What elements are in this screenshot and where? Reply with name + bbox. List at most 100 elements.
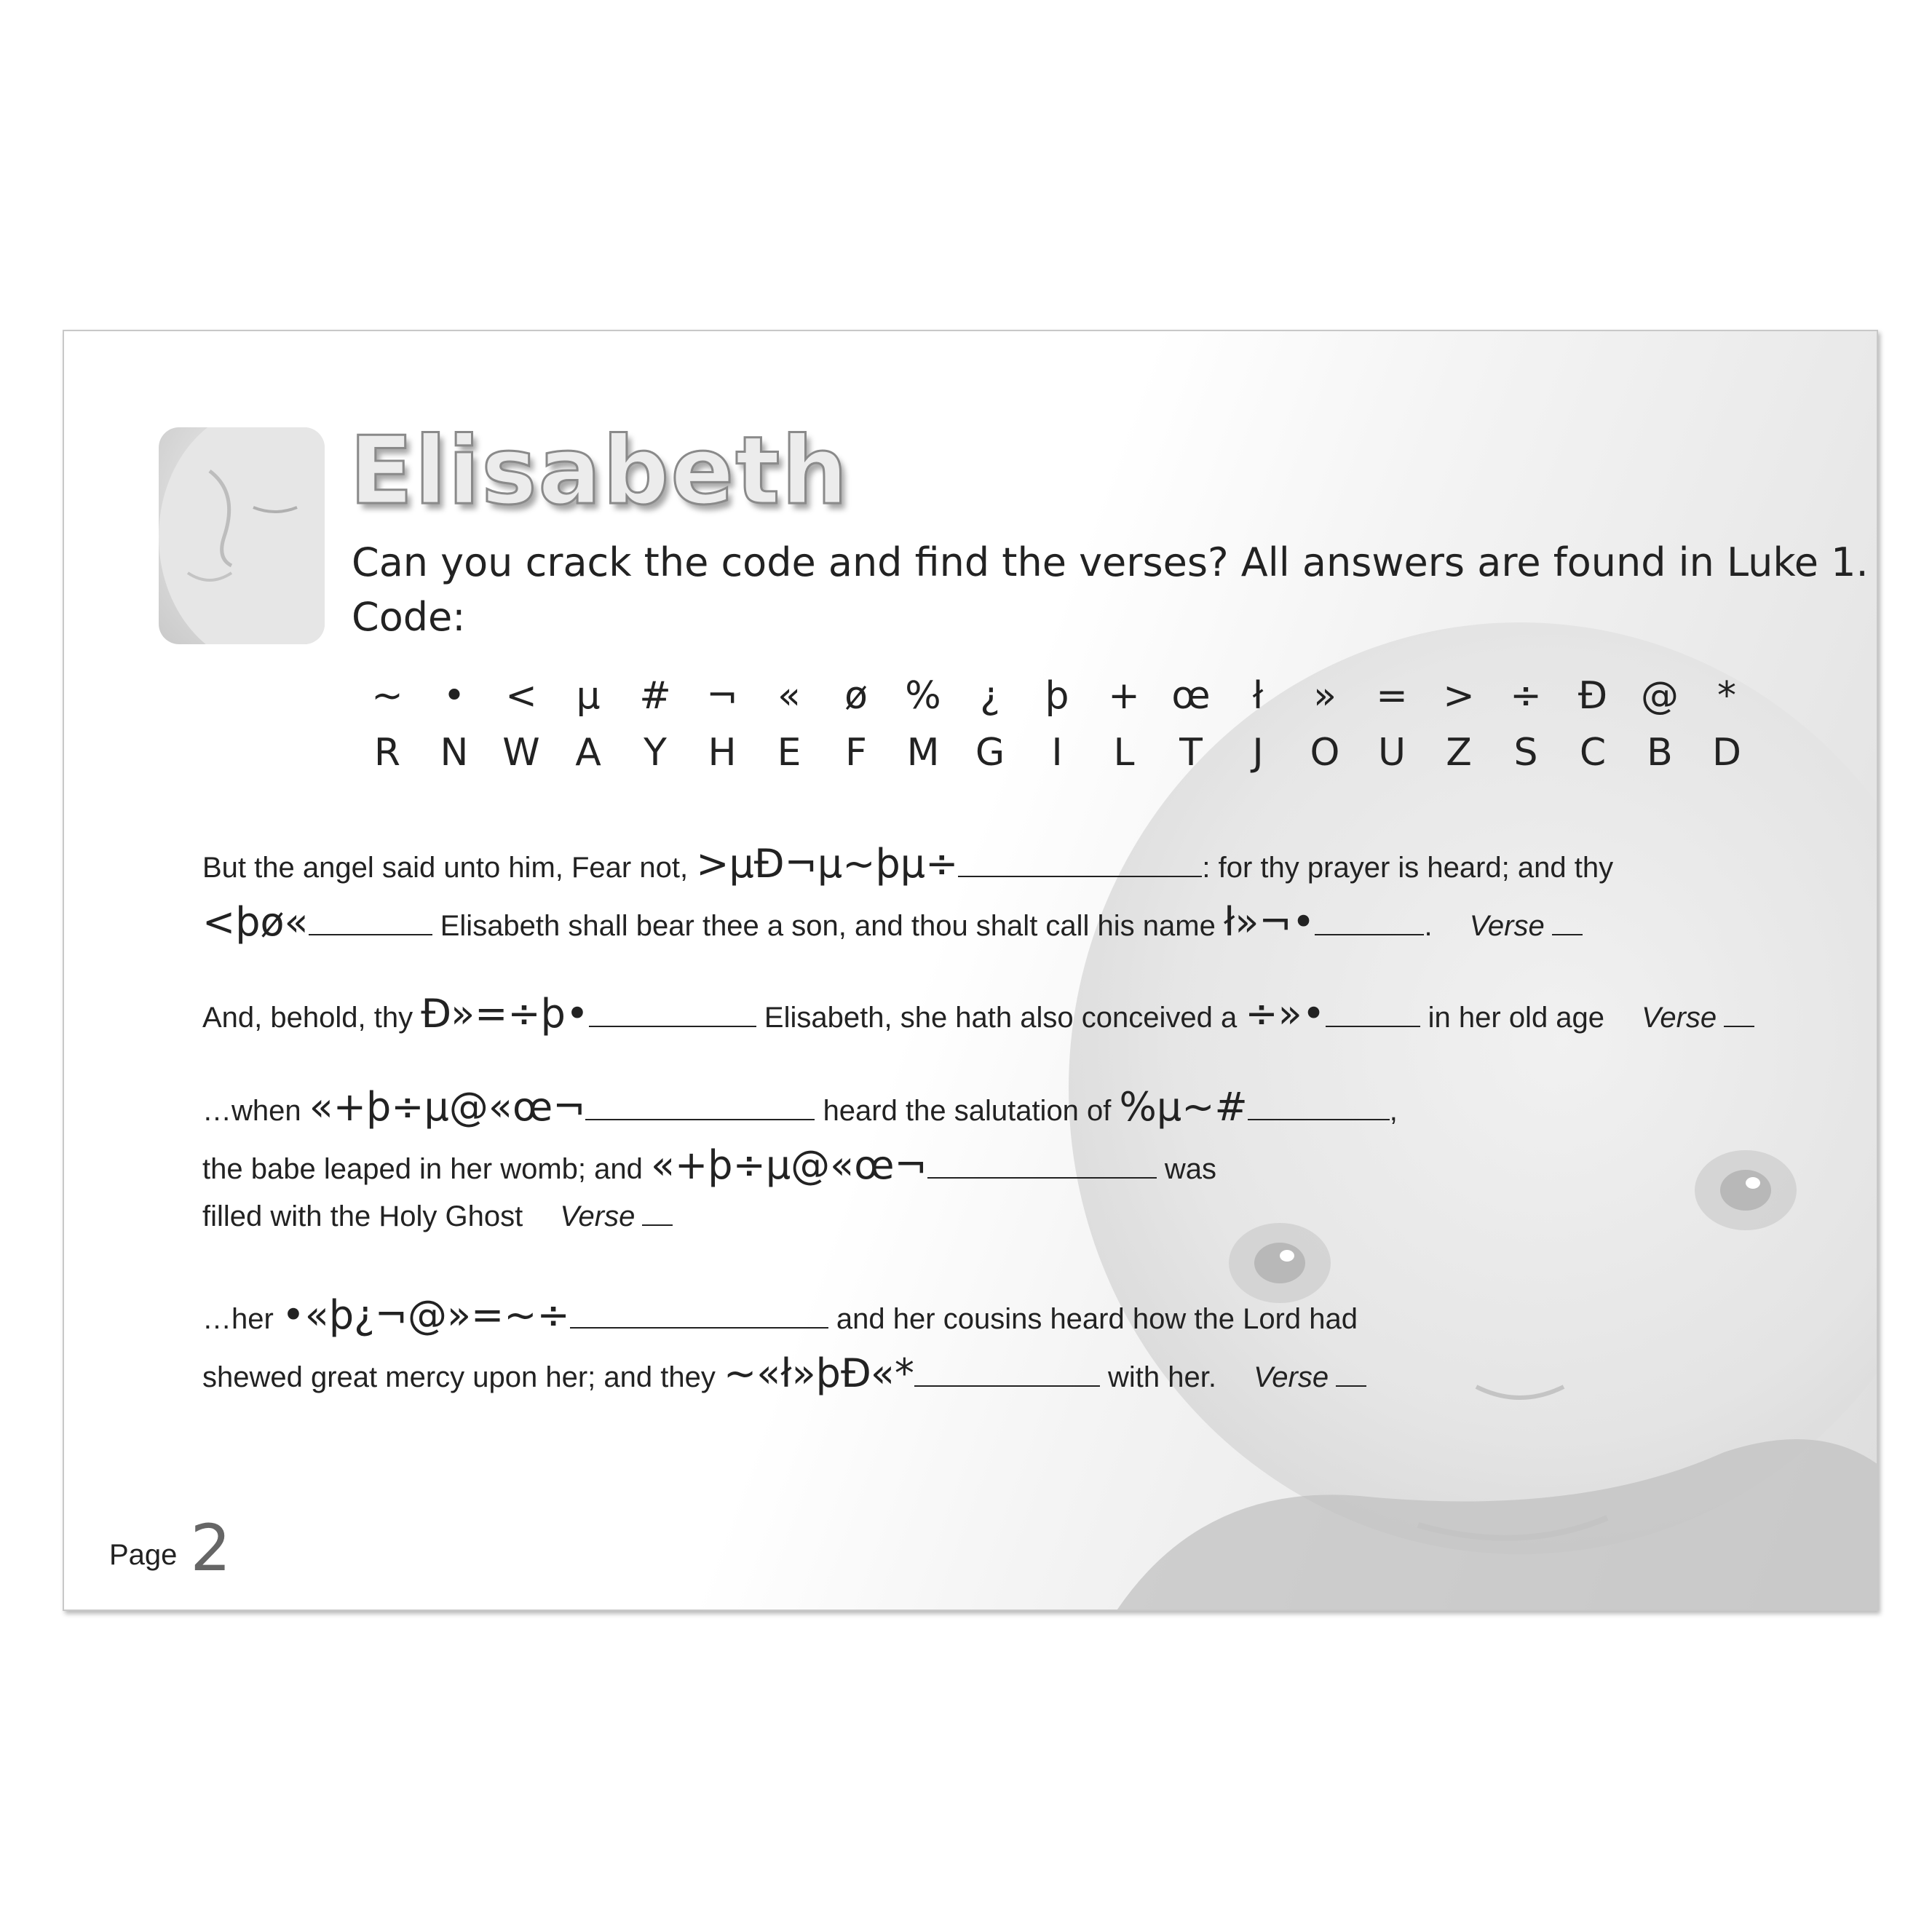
cipher-word: Ð»=÷þ• [421, 991, 589, 1037]
code-symbol: ~ [371, 674, 403, 718]
verse-4-line-2: shewed great mercy upon her; and they ~«… [202, 1350, 1367, 1396]
code-pair: «E [756, 668, 823, 781]
verse-3-line-1: …when «+þ÷µ@«œ¬ heard the salutation of … [202, 1084, 1398, 1130]
answer-blank[interactable] [1247, 1096, 1390, 1120]
verse-text: with her. [1108, 1361, 1216, 1393]
code-pair: ¿ G [957, 668, 1024, 781]
cipher-word: «+þ÷µ@«œ¬ [651, 1142, 927, 1188]
cipher-word: ~«ł»þÐ«* [724, 1350, 914, 1396]
code-pair: # Y [622, 668, 689, 781]
answer-blank[interactable] [588, 1002, 756, 1027]
code-pair: œT [1157, 668, 1224, 781]
code-letter: Y [644, 731, 667, 775]
page-title: Elisabeth [349, 416, 850, 527]
code-pair: * D [1693, 668, 1760, 781]
verse-3-line-2: the babe leaped in her womb; and «+þ÷µ@«… [202, 1142, 1216, 1188]
cipher-word: •«þ¿¬@»=~÷ [281, 1292, 570, 1338]
answer-blank[interactable] [1315, 911, 1425, 935]
code-symbol: ø [844, 674, 868, 718]
verse-label: Verse [1469, 910, 1545, 942]
code-heading: Code: [352, 594, 466, 640]
code-pair: < W [488, 668, 555, 781]
code-symbol: ¬ [706, 674, 738, 718]
page-footer: Page 2 [109, 1511, 231, 1585]
code-symbol: # [639, 674, 671, 718]
code-symbol: « [777, 674, 801, 718]
verse-number-blank[interactable] [1336, 1362, 1367, 1387]
code-letter: W [502, 731, 540, 775]
verse-number-blank[interactable] [1724, 1002, 1755, 1027]
code-pair: µA [555, 668, 622, 781]
instructions: Can you crack the code and find the vers… [352, 535, 1869, 644]
code-letter: D [1711, 731, 1742, 775]
code-pair: ~ R [354, 668, 421, 781]
answer-blank[interactable] [1325, 1002, 1420, 1027]
verse-text: Elisabeth, she hath also conceived a [764, 1002, 1238, 1034]
code-symbol: + [1108, 674, 1140, 718]
code-letter: Z [1446, 731, 1472, 775]
code-pair: > Z [1425, 668, 1492, 781]
code-key: ~ R • N < W µA # Y ¬ H «E øF % M ¿ G þI + L œT ł… [354, 668, 1839, 791]
baby-thumbnail-image [159, 427, 325, 644]
code-pair: + L [1090, 668, 1157, 781]
code-letter: T [1179, 731, 1203, 775]
code-letter: C [1579, 731, 1607, 775]
code-symbol: œ [1171, 674, 1211, 718]
answer-blank[interactable] [927, 1154, 1157, 1179]
verse-4-line-1: …her •«þ¿¬@»=~÷ and her cousins heard ho… [202, 1292, 1358, 1338]
code-letter: N [440, 731, 469, 775]
verse-text: in her old age [1428, 1002, 1605, 1034]
code-symbol: ł [1252, 674, 1264, 718]
answer-blank[interactable] [958, 852, 1203, 877]
verse-text: . [1424, 910, 1433, 942]
code-symbol: > [1443, 674, 1475, 718]
verse-text: was [1164, 1153, 1216, 1185]
cipher-word: ÷»• [1245, 991, 1326, 1037]
code-symbol: µ [576, 674, 601, 718]
answer-blank[interactable] [308, 911, 432, 935]
answer-blank[interactable] [569, 1304, 828, 1329]
code-symbol: % [905, 674, 941, 718]
code-symbol: * [1717, 674, 1736, 718]
code-letter: G [975, 731, 1005, 775]
verse-label: Verse [560, 1200, 636, 1232]
code-letter: B [1647, 731, 1673, 775]
code-symbol: • [443, 674, 466, 718]
verse-text: and her cousins heard how the Lord had [836, 1303, 1358, 1335]
cipher-word: «+þ÷µ@«œ¬ [309, 1084, 586, 1130]
code-pair: = U [1358, 668, 1425, 781]
answer-blank[interactable] [585, 1096, 815, 1120]
code-letter: H [708, 731, 737, 775]
verse-text: filled with the Holy Ghost [202, 1200, 523, 1232]
code-letter: M [906, 731, 940, 775]
code-pair: @ B [1626, 668, 1693, 781]
verse-label: Verse [1254, 1361, 1329, 1393]
code-letter: S [1513, 731, 1538, 775]
verse-number-blank[interactable] [642, 1201, 673, 1226]
code-letter: F [845, 731, 867, 775]
code-symbol: ¿ [980, 674, 1000, 718]
verse-number-blank[interactable] [1551, 911, 1583, 935]
verse-text: And, behold, thy [202, 1002, 413, 1034]
code-symbol: ÷ [1510, 674, 1542, 718]
code-symbol: Ð [1577, 674, 1608, 718]
verse-text: , [1389, 1095, 1398, 1127]
verse-text: …when [202, 1095, 301, 1127]
code-symbol: = [1376, 674, 1408, 718]
verse-text: heard the salutation of [823, 1095, 1112, 1127]
code-pair: ÐC [1559, 668, 1626, 781]
verse-1-line-2: <þø« Elisabeth shall bear thee a son, an… [202, 899, 1583, 945]
verse-text: : for thy prayer is heard; and thy [1202, 852, 1614, 884]
code-symbol: @ [1641, 674, 1679, 718]
code-letter: J [1252, 731, 1264, 775]
code-pair: øF [823, 668, 890, 781]
verse-text: the babe leaped in her womb; and [202, 1153, 643, 1185]
code-letter: A [575, 731, 601, 775]
answer-blank[interactable] [914, 1362, 1100, 1387]
code-symbol: » [1313, 674, 1337, 718]
code-symbol: < [505, 674, 537, 718]
worksheet-card: Elisabeth Can you crack the code and fin… [63, 330, 1878, 1611]
cipher-word: %µ~# [1119, 1084, 1248, 1130]
cipher-word: >µÐ¬µ~þµ÷ [696, 841, 959, 887]
code-pair: ÷ S [1492, 668, 1559, 781]
